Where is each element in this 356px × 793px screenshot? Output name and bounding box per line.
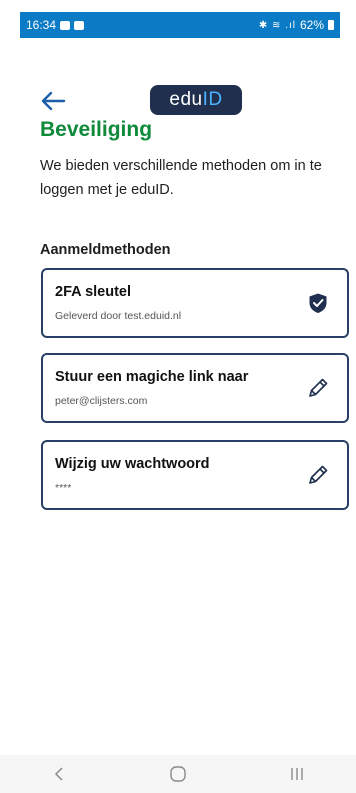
- method-subtitle: ****: [55, 482, 72, 494]
- method-title: Wijzig uw wachtwoord: [55, 456, 210, 472]
- screen: 16:34 ✱ ≋ .ıl 62% edu ID Beveiliging We b…: [0, 0, 356, 793]
- nav-home-button[interactable]: [158, 759, 198, 789]
- eduid-logo: edu ID: [150, 85, 242, 115]
- method-title: 2FA sleutel: [55, 284, 132, 300]
- method-title: Stuur een magiche link naar: [55, 369, 249, 385]
- page-title: Beveiliging: [40, 118, 153, 141]
- back-button[interactable]: [36, 84, 70, 118]
- logo-text-accent: ID: [202, 89, 223, 110]
- message-icon: [60, 20, 71, 30]
- status-time: 16:34: [26, 18, 57, 32]
- battery-icon: [328, 20, 334, 30]
- method-card-2fa[interactable]: 2FA sleutel Geleverd door test.eduid.nl: [41, 268, 349, 338]
- section-title: Aanmeldmethoden: [40, 242, 171, 258]
- battery-percent: 62%: [299, 18, 324, 32]
- gallery-icon: [74, 20, 85, 30]
- status-right: ✱ ≋ .ıl 62%: [259, 18, 334, 32]
- navigation-bar: [0, 755, 356, 793]
- status-bar: 16:34 ✱ ≋ .ıl 62%: [20, 12, 340, 38]
- chevron-left-icon: [55, 767, 63, 781]
- nav-back-button[interactable]: [39, 759, 79, 789]
- home-circle-icon: [170, 766, 186, 782]
- recents-icon: [290, 768, 303, 780]
- nav-recents-button[interactable]: [277, 759, 317, 789]
- logo-text-main: edu: [169, 89, 203, 110]
- shield-check-icon: [309, 293, 327, 313]
- method-subtitle: Geleverd door test.eduid.nl: [55, 310, 182, 322]
- intro-text: We bieden verschillende methoden om in t…: [40, 158, 322, 198]
- method-card-magic-link[interactable]: Stuur een magiche link naar peter@clijst…: [41, 353, 349, 423]
- signal-icon: ✱ ≋ .ıl: [258, 19, 296, 31]
- pencil-icon[interactable]: [307, 464, 329, 486]
- status-left: 16:34: [26, 18, 85, 32]
- arrow-left-icon: [41, 91, 66, 111]
- method-card-password[interactable]: Wijzig uw wachtwoord ****: [41, 440, 349, 510]
- method-subtitle: peter@clijsters.com: [55, 395, 148, 407]
- pencil-icon[interactable]: [307, 377, 329, 399]
